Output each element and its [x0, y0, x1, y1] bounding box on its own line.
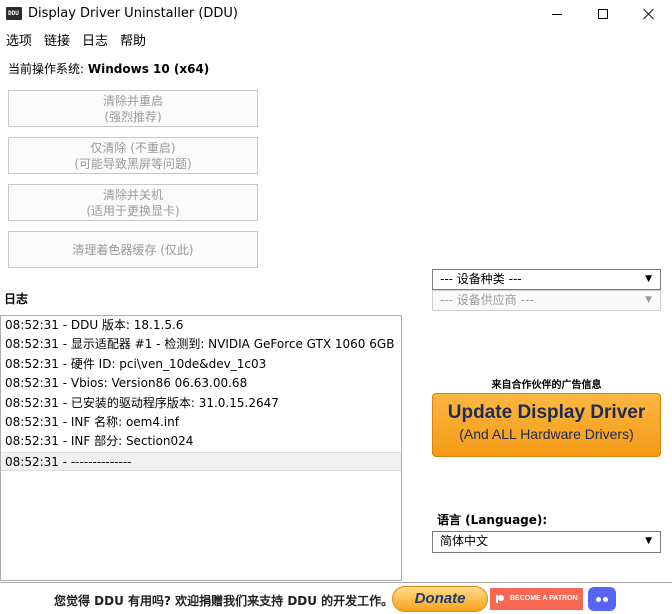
log-entry-selected[interactable]: 08:52:31 - -------------- [1, 451, 401, 472]
button-label: 清理着色器缓存 (仅此) [72, 242, 194, 257]
menu-links[interactable]: 链接 [38, 32, 76, 52]
menu-help[interactable]: 帮助 [114, 32, 152, 52]
close-icon [643, 8, 655, 20]
minimize-button[interactable] [534, 0, 580, 28]
patreon-button[interactable]: BECOME A PATRON [490, 588, 583, 610]
discord-icon [596, 597, 601, 602]
maximize-icon [598, 9, 608, 19]
log-entry[interactable]: 08:52:31 - 显示适配器 #1 - 检测到: NVIDIA GeForc… [1, 335, 401, 354]
language-label: 语言 (Language): [437, 513, 548, 527]
log-label: 日志 [4, 292, 29, 306]
log-entry[interactable]: 08:52:31 - INF 名称: oem4.inf [1, 413, 401, 432]
dropdown-arrow-icon: ▼ [645, 295, 652, 305]
clean-and-shutdown-button[interactable]: 清除并关机 (适用于更换显卡) [8, 184, 258, 221]
device-type-value: --- 设备种类 --- [440, 272, 522, 286]
log-entry[interactable]: 08:52:31 - 硬件 ID: pci\ven_10de&dev_1c03 [1, 355, 401, 374]
button-label: 仅清除 (不重启) [90, 140, 176, 155]
patreon-icon [496, 595, 504, 603]
current-os: 当前操作系统: Windows 10 (x64) [8, 60, 209, 77]
donate-prompt: 您觉得 DDU 有用吗? 欢迎捐赠我们来支持 DDU 的开发工作。 [54, 594, 394, 608]
button-sublabel: (可能导致黑屏等问题) [74, 156, 192, 171]
log-list[interactable]: 08:52:31 - DDU 版本: 18.1.5.6 08:52:31 - 显… [0, 315, 402, 581]
device-vendor-select[interactable]: --- 设备供应商 --- ▼ [432, 290, 661, 311]
os-label: 当前操作系统: [8, 62, 85, 76]
language-value: 简体中文 [440, 534, 489, 548]
ad-subtitle: (And ALL Hardware Drivers) [459, 426, 634, 442]
menu-options[interactable]: 选项 [0, 32, 38, 52]
button-sublabel: (适用于更换显卡) [86, 203, 180, 218]
donate-button[interactable]: Donate [392, 586, 488, 612]
log-entry[interactable]: 08:52:31 - 已安装的驱动程序版本: 31.0.15.2647 [1, 394, 401, 413]
os-value: Windows 10 (x64) [87, 62, 210, 76]
update-driver-ad-banner[interactable]: Update Display Driver (And ALL Hardware … [432, 393, 661, 457]
device-type-select[interactable]: --- 设备种类 --- ▼ [432, 269, 661, 290]
ddu-app-icon: DDU [6, 7, 22, 20]
patreon-label: BECOME A PATRON [510, 595, 578, 602]
ad-title: Update Display Driver [447, 402, 646, 423]
ad-label: 来自合作伙伴的广告信息 [491, 380, 602, 391]
dropdown-arrow-icon: ▼ [645, 274, 652, 284]
discord-button[interactable] [588, 587, 616, 611]
close-button[interactable] [626, 0, 672, 28]
button-label: 清除并重启 [102, 93, 163, 108]
dropdown-arrow-icon: ▼ [645, 536, 652, 546]
menu-bar: 选项 链接 日志 帮助 [0, 32, 152, 52]
clear-shader-cache-button[interactable]: 清理着色器缓存 (仅此) [8, 231, 258, 268]
log-entry[interactable]: 08:52:31 - INF 部分: Section024 [1, 432, 401, 451]
footer-bar: 您觉得 DDU 有用吗? 欢迎捐赠我们来支持 DDU 的开发工作。 Donate… [0, 582, 672, 614]
minimize-icon [552, 13, 562, 15]
log-entry[interactable]: 08:52:31 - DDU 版本: 18.1.5.6 [1, 316, 401, 335]
window-title: Display Driver Uninstaller (DDU) [28, 6, 239, 21]
menu-log[interactable]: 日志 [76, 32, 114, 52]
log-entry[interactable]: 08:52:31 - Vbios: Version86 06.63.00.68 [1, 374, 401, 393]
button-label: 清除并关机 [102, 187, 163, 202]
clean-no-restart-button[interactable]: 仅清除 (不重启) (可能导致黑屏等问题) [8, 137, 258, 174]
maximize-button[interactable] [580, 0, 626, 28]
language-select[interactable]: 简体中文 ▼ [432, 531, 661, 553]
device-vendor-value: --- 设备供应商 --- [440, 293, 534, 307]
button-sublabel: (强烈推荐) [104, 109, 162, 124]
clean-and-restart-button[interactable]: 清除并重启 (强烈推荐) [8, 90, 258, 127]
title-bar: DDU Display Driver Uninstaller (DDU) [0, 0, 672, 28]
